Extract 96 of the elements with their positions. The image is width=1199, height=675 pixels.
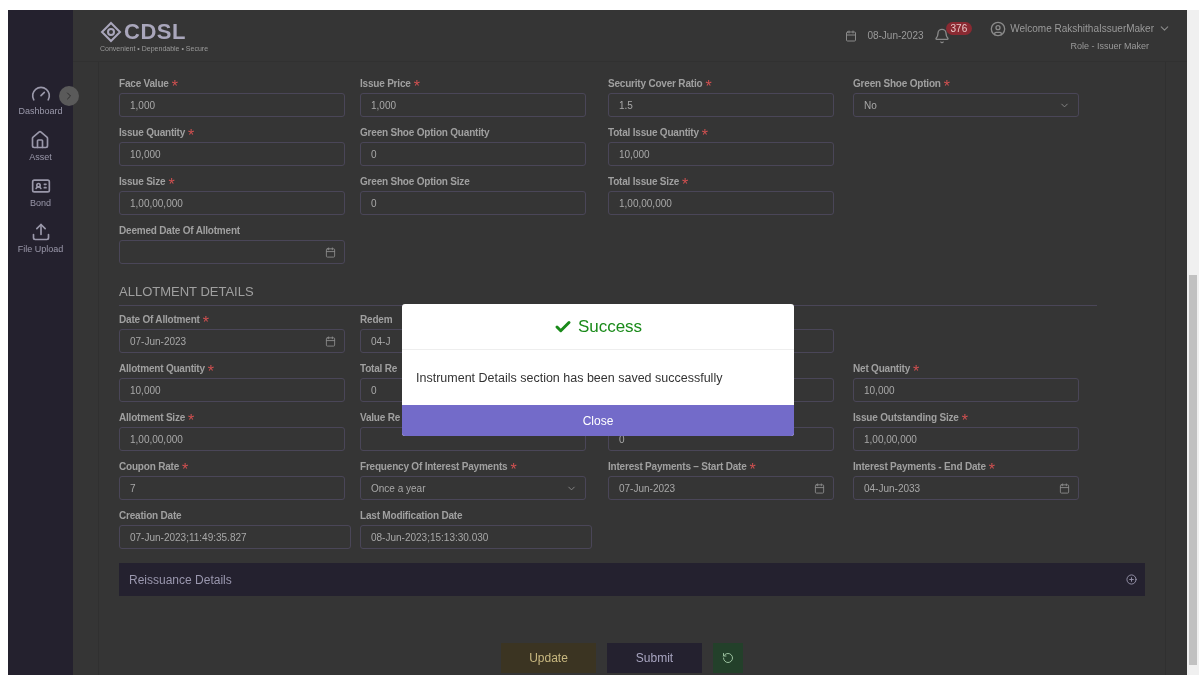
field-label: Total Re xyxy=(360,363,398,375)
close-button[interactable]: Close xyxy=(402,405,794,436)
expand-icon xyxy=(1126,574,1137,585)
gauge-icon xyxy=(30,84,51,104)
input-field[interactable]: 10,000 xyxy=(608,142,834,166)
required-marker: * xyxy=(182,461,189,473)
input-field[interactable]: 08-Jun-2023;15:13:30.030 xyxy=(360,525,592,549)
field-label: Total Issue Quantity xyxy=(608,127,699,139)
calendar-icon xyxy=(814,482,825,494)
sidebar-item[interactable]: Bond xyxy=(30,176,51,208)
required-marker: * xyxy=(701,127,709,139)
field-label: Green Shoe Option xyxy=(853,78,941,90)
required-marker: * xyxy=(171,78,178,90)
date-field[interactable]: 04-Jun-2033 xyxy=(853,476,1079,500)
input-field[interactable]: 1,00,00,000 xyxy=(119,427,345,451)
reset-button[interactable] xyxy=(713,643,743,673)
field-label: Issue Quantity xyxy=(119,127,186,139)
required-marker: * xyxy=(705,78,712,90)
id-card-icon xyxy=(30,176,51,196)
input-field[interactable]: 1,00,00,000 xyxy=(119,191,345,215)
field-label: Allotment Quantity xyxy=(119,363,205,375)
required-marker: * xyxy=(188,127,195,139)
field-label: Issue Size xyxy=(119,176,166,188)
field-label: Creation Date xyxy=(119,510,182,522)
input-field[interactable]: 10,000 xyxy=(119,378,345,402)
input-field[interactable]: 07-Jun-2023;11:49:35.827 xyxy=(119,525,351,549)
required-marker: * xyxy=(682,176,689,188)
required-marker: * xyxy=(188,412,195,424)
date-field[interactable]: 07-Jun-2023 xyxy=(608,476,834,500)
field-label: Green Shoe Option Quantity xyxy=(360,127,490,139)
field-label: Value Re xyxy=(360,412,401,424)
notification-count: 376 xyxy=(945,22,973,35)
input-field[interactable]: 1,00,00,000 xyxy=(853,427,1079,451)
notification-bell-icon[interactable] xyxy=(933,27,950,44)
field-label: Security Cover Ratio xyxy=(608,78,703,90)
input-field[interactable]: 1,000 xyxy=(360,93,586,117)
required-marker: * xyxy=(749,461,756,473)
required-marker: * xyxy=(510,461,517,473)
submit-button[interactable]: Submit xyxy=(607,643,702,673)
required-marker: * xyxy=(913,363,920,375)
field-label: Interest Payments – Start Date xyxy=(608,461,747,473)
required-marker: * xyxy=(988,461,995,473)
field-label: Frequency Of Interest Payments xyxy=(360,461,508,473)
user-role: Role - Issuer Maker xyxy=(1070,40,1149,51)
field-label: Last Modification Date xyxy=(360,510,463,522)
sidebar-item[interactable]: File Upload xyxy=(17,222,64,254)
field-label: Issue Price xyxy=(360,78,411,90)
required-marker: * xyxy=(202,314,209,326)
input-field[interactable]: 1,00,00,000 xyxy=(608,191,834,215)
field-label: Issue Outstanding Size xyxy=(853,412,959,424)
required-marker: * xyxy=(943,78,950,90)
logo-name: CDSL xyxy=(124,19,186,45)
undo-icon xyxy=(722,652,734,664)
field-label: Green Shoe Option Size xyxy=(360,176,470,188)
sidebar-item[interactable]: Dashboard xyxy=(18,84,63,116)
field-label: Coupon Rate xyxy=(119,461,180,473)
update-button[interactable]: Update xyxy=(501,643,596,673)
field-label: Face Value xyxy=(119,78,169,90)
dialog-title: Success xyxy=(577,316,643,337)
welcome-text: Welcome RakshithaIssuerMaker xyxy=(1010,23,1154,34)
date-field[interactable]: 07-Jun-2023 xyxy=(119,329,345,353)
required-marker: * xyxy=(961,412,968,424)
dialog-message: Instrument Details section has been saved successfully xyxy=(416,371,723,385)
calendar-icon xyxy=(845,29,858,42)
field-label: Redem xyxy=(360,314,393,326)
field-label: Net Quantity xyxy=(853,363,911,375)
house-icon xyxy=(30,130,51,150)
date-field[interactable] xyxy=(119,240,345,264)
calendar-icon xyxy=(325,335,336,347)
logo-mark-icon xyxy=(100,21,122,43)
field-label: Deemed Date Of Allotment xyxy=(119,225,240,237)
scrollbar[interactable] xyxy=(1187,10,1199,675)
calendar-icon xyxy=(1059,482,1070,494)
input-field[interactable]: 10,000 xyxy=(119,142,345,166)
upload-icon xyxy=(30,222,51,242)
required-marker: * xyxy=(207,363,215,375)
required-marker: * xyxy=(168,176,175,188)
input-field[interactable]: 7 xyxy=(119,476,345,500)
field-label: Allotment Size xyxy=(119,412,186,424)
field-label: Interest Payments - End Date xyxy=(853,461,986,473)
user-avatar-icon xyxy=(990,20,1007,37)
field-label: Total Issue Size xyxy=(608,176,680,188)
expand-toggle-icon[interactable] xyxy=(59,86,79,106)
calendar-icon xyxy=(325,246,336,258)
input-field[interactable]: 0 xyxy=(360,142,586,166)
input-field[interactable]: 10,000 xyxy=(853,378,1079,402)
input-field[interactable]: 1.5 xyxy=(608,93,834,117)
current-date: 08-Jun-2023 xyxy=(867,30,924,41)
input-field[interactable]: 0 xyxy=(360,191,586,215)
reissuance-panel-header[interactable]: Reissuance Details xyxy=(119,563,1145,596)
select-field[interactable]: Once a year xyxy=(360,476,586,500)
field-label: Date Of Allotment xyxy=(119,314,200,326)
input-field[interactable]: 1,000 xyxy=(119,93,345,117)
sidebar-item[interactable]: Asset xyxy=(29,130,52,162)
required-marker: * xyxy=(413,78,420,90)
select-field[interactable]: No xyxy=(853,93,1079,117)
